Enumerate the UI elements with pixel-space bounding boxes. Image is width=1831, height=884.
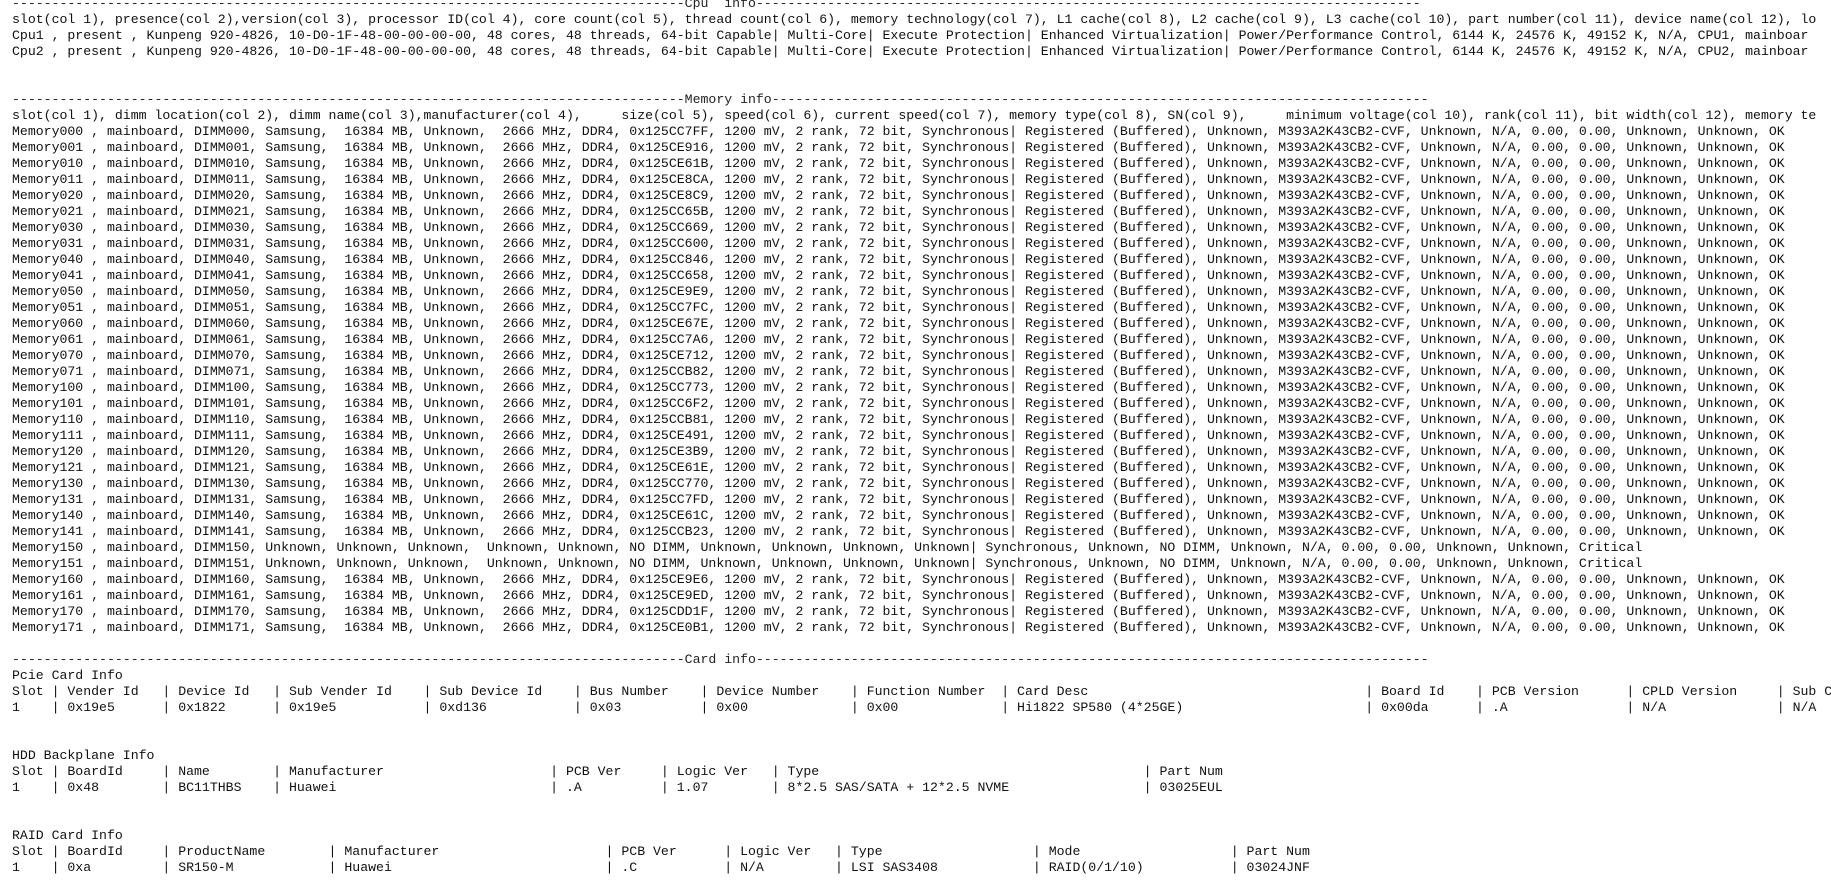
cpu-row: Cpu2 , present , Kunpeng 920-4826, 10-D0…	[12, 44, 1809, 59]
text-console: ----------------------------------------…	[12, 0, 1831, 884]
memory-row: Memory100 , mainboard, DIMM100, Samsung,…	[12, 380, 1785, 395]
memory-row: Memory011 , mainboard, DIMM011, Samsung,…	[12, 172, 1785, 187]
memory-row: Memory031 , mainboard, DIMM031, Samsung,…	[12, 236, 1785, 251]
memory-row: Memory030 , mainboard, DIMM030, Samsung,…	[12, 220, 1785, 235]
memory-row: Memory101 , mainboard, DIMM101, Samsung,…	[12, 396, 1785, 411]
memory-row: Memory001 , mainboard, DIMM001, Samsung,…	[12, 140, 1785, 155]
card-section-title: ----------------------------------------…	[12, 652, 1429, 667]
memory-row: Memory071 , mainboard, DIMM071, Samsung,…	[12, 364, 1785, 379]
memory-row: Memory051 , mainboard, DIMM051, Samsung,…	[12, 300, 1785, 315]
memory-row: Memory040 , mainboard, DIMM040, Samsung,…	[12, 252, 1785, 267]
hdd-backplane-title: HDD Backplane Info	[12, 748, 155, 763]
memory-row: Memory110 , mainboard, DIMM110, Samsung,…	[12, 412, 1785, 427]
memory-row: Memory161 , mainboard, DIMM161, Samsung,…	[12, 588, 1785, 603]
memory-row: Memory010 , mainboard, DIMM010, Samsung,…	[12, 156, 1785, 171]
raid-card-header: Slot | BoardId | ProductName | Manufactu…	[12, 844, 1310, 859]
raid-card-title: RAID Card Info	[12, 828, 123, 843]
memory-row: Memory130 , mainboard, DIMM130, Samsung,…	[12, 476, 1785, 491]
memory-row: Memory061 , mainboard, DIMM061, Samsung,…	[12, 332, 1785, 347]
memory-row: Memory131 , mainboard, DIMM131, Samsung,…	[12, 492, 1785, 507]
memory-row: Memory111 , mainboard, DIMM111, Samsung,…	[12, 428, 1785, 443]
memory-row: Memory000 , mainboard, DIMM000, Samsung,…	[12, 124, 1785, 139]
pcie-card-row: 1 | 0x19e5 | 0x1822 | 0x19e5 | 0xd136 | …	[12, 700, 1817, 715]
memory-row: Memory151 , mainboard, DIMM151, Unknown,…	[12, 556, 1643, 571]
memory-section-title: ----------------------------------------…	[12, 92, 1429, 107]
cpu-column-header: slot(col 1), presence(col 2),version(col…	[12, 12, 1817, 27]
hdd-backplane-header: Slot | BoardId | Name | Manufacturer | P…	[12, 764, 1223, 779]
memory-row: Memory160 , mainboard, DIMM160, Samsung,…	[12, 572, 1785, 587]
memory-row: Memory020 , mainboard, DIMM020, Samsung,…	[12, 188, 1785, 203]
memory-row: Memory171 , mainboard, DIMM171, Samsung,…	[12, 620, 1785, 635]
memory-row: Memory070 , mainboard, DIMM070, Samsung,…	[12, 348, 1785, 363]
pcie-card-title: Pcie Card Info	[12, 668, 123, 683]
memory-row: Memory140 , mainboard, DIMM140, Samsung,…	[12, 508, 1785, 523]
memory-row: Memory041 , mainboard, DIMM041, Samsung,…	[12, 268, 1785, 283]
memory-row: Memory120 , mainboard, DIMM120, Samsung,…	[12, 444, 1785, 459]
raid-card-row: 1 | 0xa | SR150-M | Huawei | .C | N/A | …	[12, 860, 1310, 875]
memory-row: Memory021 , mainboard, DIMM021, Samsung,…	[12, 204, 1785, 219]
memory-column-header: slot(col 1), dimm location(col 2), dimm …	[12, 108, 1817, 123]
memory-row: Memory141 , mainboard, DIMM141, Samsung,…	[12, 524, 1785, 539]
memory-row: Memory170 , mainboard, DIMM170, Samsung,…	[12, 604, 1785, 619]
hdd-backplane-row: 1 | 0x48 | BC11THBS | Huawei | .A | 1.07…	[12, 780, 1223, 795]
memory-row: Memory150 , mainboard, DIMM150, Unknown,…	[12, 540, 1643, 555]
memory-row: Memory060 , mainboard, DIMM060, Samsung,…	[12, 316, 1785, 331]
pcie-card-header: Slot | Vender Id | Device Id | Sub Vende…	[12, 684, 1831, 699]
cpu-row: Cpu1 , present , Kunpeng 920-4826, 10-D0…	[12, 28, 1809, 43]
memory-row: Memory050 , mainboard, DIMM050, Samsung,…	[12, 284, 1785, 299]
memory-row: Memory121 , mainboard, DIMM121, Samsung,…	[12, 460, 1785, 475]
cpu-section-title: ----------------------------------------…	[12, 0, 1421, 11]
